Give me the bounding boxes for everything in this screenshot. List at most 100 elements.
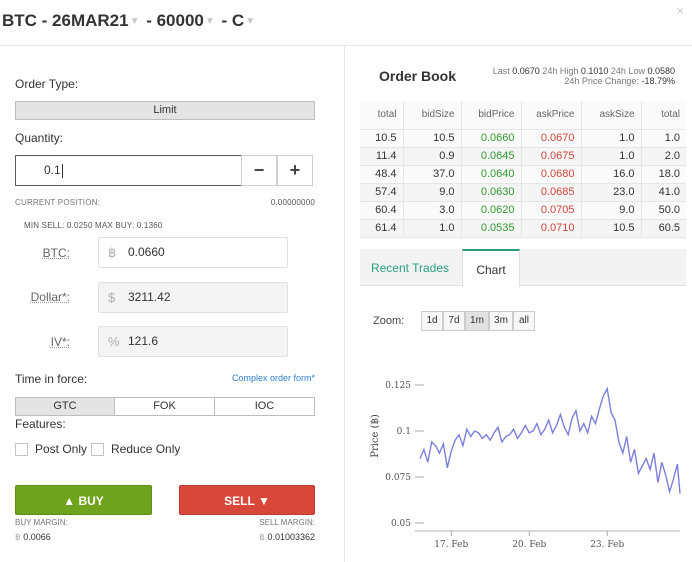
tab-recent-trades[interactable]: Recent Trades: [360, 249, 460, 287]
order-book-header-row: total bidSize bidPrice askPrice askSize …: [360, 101, 686, 130]
row-total-ask: 41.0: [641, 183, 686, 202]
dollar-price-input[interactable]: $ 3211.42: [98, 282, 288, 313]
post-only-label[interactable]: Post Only: [35, 442, 87, 456]
dollar-icon: $: [108, 290, 116, 305]
order-book-body: 10.5 10.5 0.0660 0.0670 1.0 1.0 11.4 0.9 0.0645 0…: [360, 129, 686, 238]
row-total-ask: 60.5: [641, 219, 686, 238]
row-total-bid: 48.4: [360, 165, 404, 184]
col-bid-size[interactable]: bidSize: [403, 101, 462, 130]
row-ask-price: 0.0680: [521, 165, 582, 184]
row-ask-price: 0.0705: [521, 201, 582, 220]
post-only-checkbox[interactable]: [15, 443, 28, 456]
quantity-increment-button[interactable]: +: [277, 155, 313, 186]
row-ask-price: 0.0710: [521, 219, 582, 238]
row-bid-price: 0.0535: [461, 219, 522, 238]
order-type-label: Order Type:: [15, 77, 79, 91]
buy-margin-value-wrap: ฿ 0.0066: [15, 532, 51, 543]
zoom-7d-button[interactable]: 7d: [443, 311, 465, 331]
sell-margin-label: SELL MARGIN:: [259, 518, 315, 527]
title-bar: BTC - 26MAR21▼ - 60000▼ - C▼ ×: [0, 0, 692, 46]
tif-gtc-button[interactable]: GTC: [15, 397, 115, 416]
order-book-row[interactable]: 60.4 3.0 0.0620 0.0705 9.0 50.0: [360, 201, 686, 220]
last-value: 0.0670: [512, 66, 540, 76]
instrument-title[interactable]: BTC - 26MAR21▼ - 60000▼ - C▼: [2, 11, 257, 31]
buy-margin-value: 0.0066: [23, 532, 51, 542]
tab-chart[interactable]: Chart: [462, 249, 520, 287]
text-cursor: [61, 163, 63, 178]
order-book-row[interactable]: 61.4 1.0 0.0535 0.0710 10.5 60.5: [360, 219, 686, 238]
chevron-down-icon[interactable]: ▼: [130, 16, 140, 27]
order-book-row[interactable]: 10.5 10.5 0.0660 0.0670 1.0 1.0: [360, 129, 686, 148]
market-stats: Last 0.0670 24h High 0.1010 24h Low 0.05…: [493, 66, 675, 86]
chevron-down-icon[interactable]: ▼: [205, 16, 215, 27]
change-value: -18.79%: [641, 76, 675, 86]
row-bid-size: 3.0: [403, 201, 462, 220]
arrow-down-icon: ▼: [257, 494, 270, 508]
row-ask-price: 0.0685: [521, 183, 582, 202]
row-total-ask: 1.0: [641, 129, 686, 148]
instrument-underlying[interactable]: BTC - 26MAR21: [2, 11, 129, 30]
instrument-strike[interactable]: - 60000: [142, 11, 204, 30]
sell-button[interactable]: SELL ▼: [179, 485, 315, 515]
row-bid-size: 0.9: [403, 147, 462, 166]
row-ask-price: 0.0670: [521, 129, 582, 148]
col-total-ask[interactable]: total: [641, 101, 686, 130]
zoom-all-button[interactable]: all: [513, 311, 535, 331]
row-bid-price: 0.0630: [461, 183, 522, 202]
row-ask-size: 10.5: [581, 219, 642, 238]
features-label: Features:: [15, 417, 66, 431]
zoom-1d-button[interactable]: 1d: [421, 311, 443, 331]
row-total-ask: 2.0: [641, 147, 686, 166]
col-bid-price[interactable]: bidPrice: [461, 101, 522, 130]
zoom-label: Zoom:: [373, 315, 405, 327]
buy-button[interactable]: ▲ BUY: [15, 485, 152, 515]
col-ask-price[interactable]: askPrice: [521, 101, 582, 130]
order-book-row[interactable]: 11.4 0.9 0.0645 0.0675 1.0 2.0: [360, 147, 686, 166]
row-bid-size: 9.0: [403, 183, 462, 202]
row-bid-size: 1.0: [403, 219, 462, 238]
row-ask-size: 1.0: [581, 129, 642, 148]
min-sell-value: 0.0250: [66, 221, 93, 230]
sell-margin-value: 0.01003362: [267, 532, 315, 542]
tif-ioc-button[interactable]: IOC: [214, 397, 315, 416]
bitcoin-icon: ฿: [108, 245, 117, 260]
current-position-label: CURRENT POSITION:: [15, 198, 101, 207]
quantity-input[interactable]: 0.1: [15, 155, 242, 186]
max-buy-value: 0.1360: [136, 221, 163, 230]
zoom-3m-button[interactable]: 3m: [489, 311, 513, 331]
reduce-only-label[interactable]: Reduce Only: [111, 442, 180, 456]
order-type-select[interactable]: Limit: [15, 101, 315, 120]
tif-fok-button[interactable]: FOK: [114, 397, 215, 416]
btc-price-input[interactable]: ฿ 0.0660: [98, 237, 288, 268]
row-bid-price: 0.0660: [461, 129, 522, 148]
row-ask-size: 9.0: [581, 201, 642, 220]
btc-label: BTC:: [42, 246, 70, 260]
close-icon[interactable]: ×: [676, 3, 684, 18]
order-book-row[interactable]: 57.4 9.0 0.0630 0.0685 23.0 41.0: [360, 183, 686, 202]
row-bid-size: 10.5: [403, 129, 462, 148]
reduce-only-checkbox[interactable]: [91, 443, 104, 456]
max-buy-label: MAX BUY:: [95, 221, 135, 230]
iv-input[interactable]: % 121.6: [98, 326, 288, 357]
order-book-title: Order Book: [379, 68, 457, 84]
order-book-row[interactable]: 48.4 37.0 0.0640 0.0680 16.0 18.0: [360, 165, 686, 184]
row-ask-size: 16.0: [581, 165, 642, 184]
low-value: 0.0580: [647, 66, 675, 76]
chevron-down-icon[interactable]: ▼: [245, 16, 255, 27]
buy-margin-label: BUY MARGIN:: [15, 518, 68, 527]
bitcoin-icon: ฿: [259, 532, 265, 542]
instrument-type[interactable]: - C: [217, 11, 245, 30]
col-ask-size[interactable]: askSize: [581, 101, 642, 130]
time-in-force-label: Time in force:: [15, 372, 88, 386]
quantity-decrement-button[interactable]: −: [241, 155, 277, 186]
row-total-bid: 60.4: [360, 201, 404, 220]
row-total-bid: 10.5: [360, 129, 404, 148]
last-label: Last: [492, 66, 510, 76]
btc-price-value: 0.0660: [128, 245, 165, 259]
row-total-bid: 11.4: [360, 147, 404, 166]
complex-order-form-link[interactable]: Complex order form*: [232, 373, 315, 383]
zoom-1m-button[interactable]: 1m: [465, 311, 489, 331]
col-total-bid[interactable]: total: [360, 101, 404, 130]
dollar-price-value: 3211.42: [128, 290, 171, 304]
row-ask-price: 0.0675: [521, 147, 582, 166]
